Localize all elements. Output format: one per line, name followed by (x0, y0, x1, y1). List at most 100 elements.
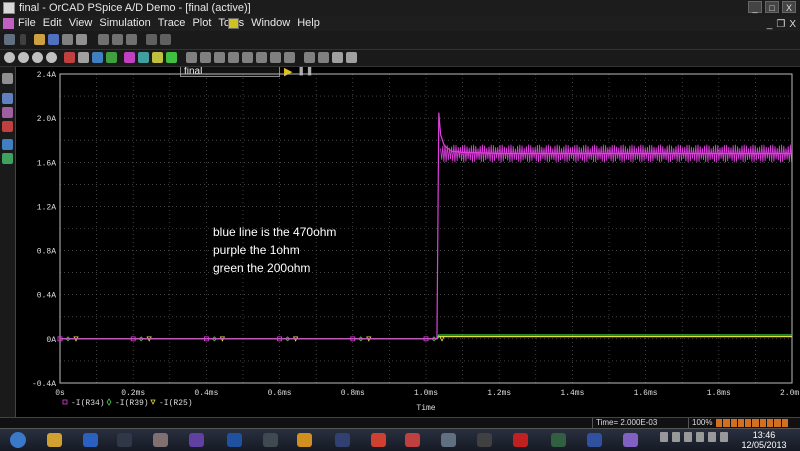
zoom-area-icon[interactable] (46, 52, 57, 63)
app-icon-13-glyph (440, 433, 456, 447)
new-sim-icon[interactable] (4, 34, 15, 45)
explorer-icon[interactable] (40, 431, 68, 449)
maximize-button[interactable]: □ (765, 1, 779, 13)
mdi-minimize-button[interactable]: _ (767, 17, 773, 32)
eval-goal-icon[interactable] (138, 52, 149, 63)
app-icon-6[interactable] (182, 431, 210, 449)
legend-marker (150, 399, 156, 405)
zoom-fit-icon[interactable] (4, 52, 15, 63)
tray-app-icon[interactable] (720, 432, 728, 442)
tray-volume-icon[interactable] (684, 432, 692, 442)
menu-file[interactable]: File (18, 16, 36, 31)
app-icon-17-glyph (586, 433, 602, 447)
mark-label-icon[interactable] (304, 52, 315, 63)
app-icon-12[interactable] (398, 431, 426, 449)
legend-entry[interactable]: -I(R34) (71, 399, 105, 408)
cut-icon[interactable] (98, 34, 109, 45)
app-icon-8[interactable] (256, 431, 284, 449)
redo-icon[interactable] (160, 34, 171, 45)
text-label-icon[interactable] (332, 52, 343, 63)
print-icon[interactable] (76, 34, 87, 45)
app-icon-14[interactable] (470, 431, 498, 449)
photoshop-icon[interactable] (220, 431, 248, 449)
cursor-min-icon[interactable] (228, 52, 239, 63)
tray-power-icon[interactable] (696, 432, 704, 442)
chrome-glyph (370, 433, 386, 447)
menu-window[interactable]: Window (251, 16, 290, 31)
save-icon[interactable] (62, 34, 73, 45)
app-icon-14-glyph (476, 433, 492, 447)
app-icon-5[interactable] (146, 431, 174, 449)
app-icon[interactable] (3, 2, 15, 14)
close-button[interactable]: X (782, 1, 796, 13)
menu-help[interactable]: Help (297, 16, 320, 31)
cursor-next-icon[interactable] (284, 52, 295, 63)
waveform-plot[interactable]: 0s 0.2ms 0.4ms 0.6ms 0.8ms 1.0ms 1.2ms 1.4ms 1.6… (15, 67, 800, 417)
side-tool-icon-3[interactable] (2, 107, 13, 118)
dropdown-icon[interactable] (20, 34, 26, 45)
pspice-icon[interactable] (616, 431, 644, 449)
side-tool-icon-1[interactable] (2, 73, 13, 84)
x-tick-label: 0s (55, 389, 65, 398)
open-icon[interactable] (34, 34, 45, 45)
context-help-icon[interactable] (228, 18, 239, 29)
menu-view[interactable]: View (69, 16, 93, 31)
add-plot-icon[interactable] (152, 52, 163, 63)
cursor-peak-icon[interactable] (186, 52, 197, 63)
fourier-icon[interactable] (78, 52, 89, 63)
tray-flag-icon[interactable] (672, 432, 680, 442)
app-icon-17[interactable] (580, 431, 608, 449)
mdi-close-button[interactable]: X (789, 17, 796, 32)
internet-explorer-icon[interactable] (76, 431, 104, 449)
series-line-ir34 (60, 333, 438, 340)
log-y-icon[interactable] (106, 52, 117, 63)
toggle-cursor-icon[interactable] (166, 52, 177, 63)
minimize-button[interactable]: _ (748, 1, 762, 13)
cursor-point-icon[interactable] (256, 52, 267, 63)
media-player-icon[interactable] (110, 431, 138, 449)
app-icon-13[interactable] (434, 431, 462, 449)
menu-trace[interactable]: Trace (158, 16, 186, 31)
tray-network-icon[interactable] (660, 432, 668, 442)
word-icon[interactable] (290, 431, 318, 449)
cursor-slope-icon[interactable] (214, 52, 225, 63)
y-tick-label: 0.4A (37, 292, 56, 301)
app-icon-16[interactable] (544, 431, 572, 449)
chrome-icon[interactable] (364, 431, 392, 449)
start-orb-icon[interactable] (4, 431, 32, 449)
cursor-trough-icon[interactable] (200, 52, 211, 63)
side-tool-icon-2[interactable] (2, 93, 13, 104)
undo-icon[interactable] (146, 34, 157, 45)
app-icon-10[interactable] (328, 431, 356, 449)
y-tick-label: -0.4A (32, 380, 56, 389)
zoom-out-icon[interactable] (32, 52, 43, 63)
mdi-restore-button[interactable]: ❐ (776, 17, 785, 32)
document-icon[interactable] (3, 18, 14, 29)
paste-icon[interactable] (126, 34, 137, 45)
x-tick-label: 2.0ms (780, 389, 800, 398)
menu-edit[interactable]: Edit (43, 16, 62, 31)
performance-icon[interactable] (92, 52, 103, 63)
legend-marker (106, 398, 112, 406)
open-folder-icon[interactable] (48, 34, 59, 45)
copy-icon[interactable] (112, 34, 123, 45)
legend-entry[interactable]: -I(R25) (159, 399, 193, 408)
marker-icon[interactable] (346, 52, 357, 63)
side-tool-icon-5[interactable] (2, 139, 13, 150)
menu-simulation[interactable]: Simulation (99, 16, 150, 31)
side-tool-icon-6[interactable] (2, 153, 13, 164)
log-x-icon[interactable] (64, 52, 75, 63)
x-axis-label: Time (416, 404, 435, 413)
add-trace-icon[interactable] (124, 52, 135, 63)
internet-explorer-glyph (82, 433, 98, 447)
side-tool-icon-4[interactable] (2, 121, 13, 132)
mark-data-icon[interactable] (318, 52, 329, 63)
adobe-reader-icon[interactable] (506, 431, 534, 449)
zoom-in-icon[interactable] (18, 52, 29, 63)
taskbar-clock[interactable]: 13:46 12/05/2013 (735, 430, 793, 450)
legend-entry[interactable]: -I(R39) (115, 399, 149, 408)
cursor-search-icon[interactable] (270, 52, 281, 63)
menu-plot[interactable]: Plot (192, 16, 211, 31)
cursor-max-icon[interactable] (242, 52, 253, 63)
tray-update-icon[interactable] (708, 432, 716, 442)
